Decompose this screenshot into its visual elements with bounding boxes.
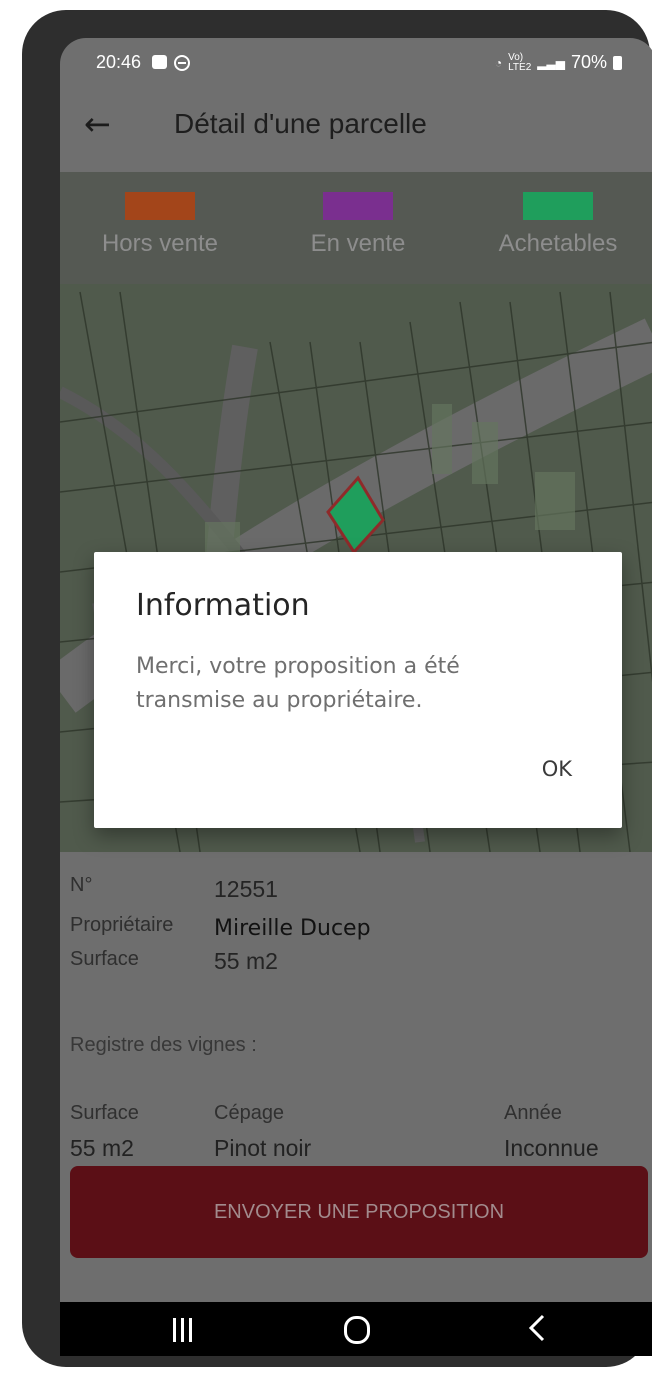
dialog-backdrop: Information Merci, votre proposition a é… xyxy=(60,38,652,1356)
screen: 20:46 ◔ Vo) LTE2 ▂▃▅ 70% ← Détail d'une … xyxy=(60,38,652,1356)
dialog-message: Merci, votre proposition a été transmise… xyxy=(136,654,460,713)
dialog-title: Information xyxy=(136,588,310,623)
phone-frame: 20:46 ◔ Vo) LTE2 ▂▃▅ 70% ← Détail d'une … xyxy=(22,10,652,1367)
ok-button[interactable]: OK xyxy=(536,756,578,782)
information-dialog: Information Merci, votre proposition a é… xyxy=(94,552,622,828)
